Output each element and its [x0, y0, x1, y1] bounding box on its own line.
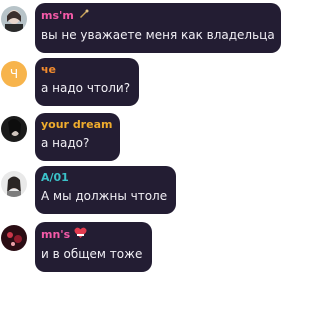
message-text: и в общем тоже: [41, 247, 143, 261]
sender-name-text: ms'm: [41, 9, 74, 22]
message-bubble: A/01 А мы должны чтоле: [35, 166, 176, 214]
message-row[interactable]: your dream а надо?: [0, 113, 284, 161]
message-bubble: your dream а надо?: [35, 113, 120, 161]
message-row[interactable]: Ч че а надо чтоли?: [0, 58, 284, 106]
message-text: а надо чтоли?: [41, 81, 131, 95]
sender-name[interactable]: ms'm: [41, 8, 274, 24]
message-text: вы не уважаете меня как владельца: [41, 28, 275, 42]
avatar[interactable]: Ч: [1, 61, 27, 87]
message-bubble: че а надо чтоли?: [35, 58, 139, 106]
sender-name[interactable]: mn's: [41, 227, 145, 243]
message-row[interactable]: mn's и в общем тоже: [0, 222, 284, 272]
message-row[interactable]: A/01 А мы должны чтоле: [0, 166, 284, 214]
sender-name-text: your dream: [41, 118, 113, 131]
avatar-letter: Ч: [9, 67, 19, 81]
sender-name[interactable]: A/01: [41, 171, 169, 185]
message-bubble: mn's и в общем тоже: [35, 222, 152, 272]
heart-icon: [74, 227, 87, 243]
sender-name-text: че: [41, 63, 57, 76]
avatar[interactable]: [1, 6, 27, 32]
message-text: А мы должны чтоле: [41, 189, 168, 203]
message-text: а надо?: [41, 136, 90, 150]
message-bubble: ms'm вы не уважаете меня как владельца: [35, 3, 281, 53]
sender-name[interactable]: your dream: [41, 118, 113, 132]
avatar[interactable]: [1, 116, 27, 142]
avatar[interactable]: [1, 225, 27, 251]
sender-name-text: mn's: [41, 228, 71, 241]
sparkle-gun-icon: [78, 8, 90, 24]
sender-name[interactable]: че: [41, 63, 132, 77]
sender-name-text: A/01: [41, 171, 69, 184]
message-row[interactable]: ms'm вы не уважаете меня как владельца: [0, 3, 284, 53]
avatar[interactable]: [1, 171, 27, 197]
